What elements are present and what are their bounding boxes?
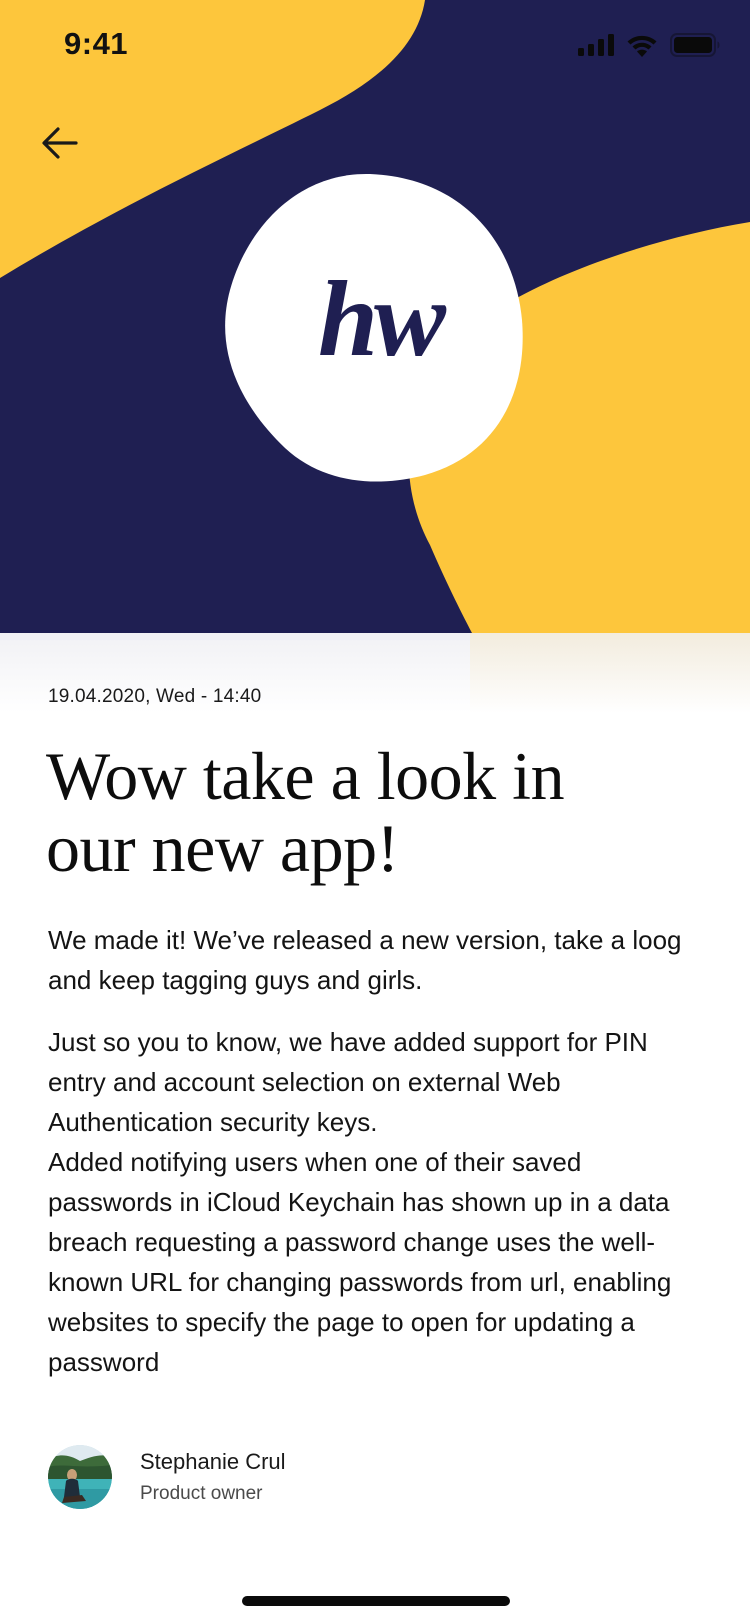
hero-banner: hw (0, 0, 750, 633)
back-button[interactable] (30, 115, 90, 175)
article-screen: hw 9:41 19.04.2020, Wed - 14:40 Wow take… (0, 0, 750, 1624)
post-date: 19.04.2020, Wed - 14:40 (48, 686, 262, 707)
author-name: Stephanie Crul (140, 1449, 286, 1474)
logo-text: hw (317, 260, 446, 379)
author-role: Product owner (140, 1483, 263, 1504)
body-paragraph-text: Just so you to know, we have added suppo… (48, 1027, 648, 1137)
body-paragraph: Just so you to know, we have added suppo… (48, 1022, 708, 1382)
hero-logo: hw (300, 260, 460, 380)
title-line-2: our new app! (46, 810, 399, 886)
page-title: Wow take a look in our new app! (46, 740, 708, 884)
wifi-icon (626, 34, 658, 62)
title-line-1: Wow take a look in (46, 738, 565, 814)
status-time: 9:41 (64, 26, 129, 61)
status-bar: 9:41 (0, 0, 750, 90)
avatar[interactable] (48, 1445, 112, 1509)
cellular-signal-icon (578, 34, 614, 61)
home-indicator[interactable] (242, 1596, 510, 1606)
author-info: Stephanie Crul Product owner (140, 1447, 286, 1507)
body-paragraph: We made it! We’ve released a new version… (48, 925, 682, 995)
article-body: We made it! We’ve released a new version… (48, 920, 708, 1382)
author-card[interactable]: Stephanie Crul Product owner (48, 1445, 286, 1509)
article-content: 19.04.2020, Wed - 14:40 Wow take a look … (46, 686, 708, 1382)
arrow-left-icon (42, 126, 78, 164)
body-paragraph-text: Added notifying users when one of their … (48, 1147, 672, 1377)
status-icons (578, 33, 720, 62)
battery-icon (670, 33, 720, 62)
